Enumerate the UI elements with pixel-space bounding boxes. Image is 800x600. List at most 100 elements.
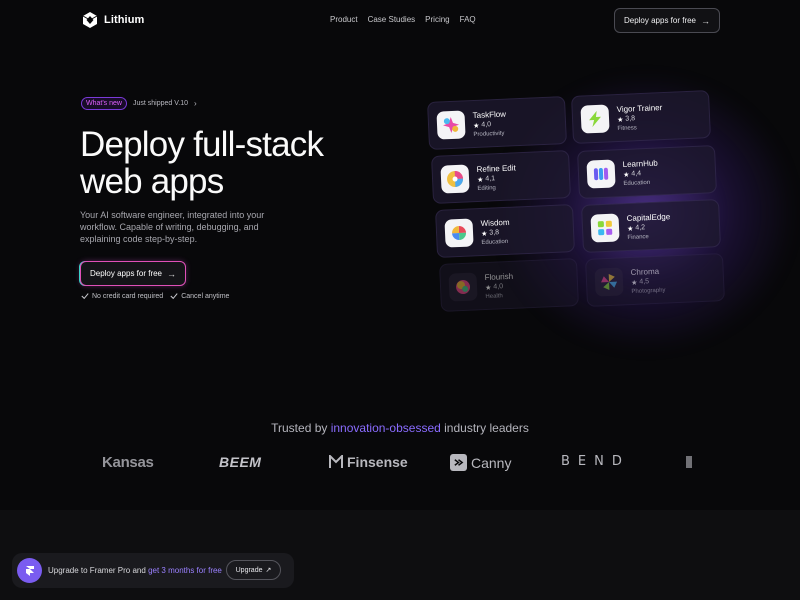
- finsense-logo: Finsense: [329, 454, 408, 470]
- canny-logo: Canny: [450, 454, 511, 471]
- framer-upgrade-text: Upgrade to Framer Pro and get 3 months f…: [48, 566, 222, 575]
- framer-text-highlight: get 3 months for free: [148, 566, 222, 575]
- app-rating-value: 4,5: [639, 278, 650, 286]
- app-card-taskflow[interactable]: TaskFlow ★ 4,0 Productivity: [427, 96, 567, 150]
- trusted-suffix: industry leaders: [444, 421, 529, 435]
- framer-logo-icon[interactable]: [17, 558, 42, 583]
- app-rating: ★ 3,8: [616, 114, 663, 124]
- app-rating-value: 4,1: [485, 175, 496, 183]
- star-icon: ★: [622, 171, 630, 179]
- beem-logo: BEEM: [219, 454, 261, 470]
- app-name: Vigor Trainer: [616, 102, 663, 114]
- nav-links: Product Case Studies Pricing FAQ: [330, 15, 476, 24]
- app-card-chroma[interactable]: Chroma ★ 4,5 Photography: [585, 253, 725, 307]
- app-rating: ★ 4,2: [626, 223, 671, 233]
- trusted-highlight: innovation-obsessed: [330, 421, 441, 435]
- app-name: Refine Edit: [476, 162, 516, 174]
- customer-logos: Kansas BEEM Finsense Canny BEND: [0, 452, 800, 474]
- finsense-mark-icon: [329, 455, 343, 468]
- app-name: Flourish: [484, 271, 514, 282]
- app-rating-value: 3,8: [489, 229, 500, 237]
- hero-deploy-button[interactable]: Deploy apps for free →: [80, 261, 186, 286]
- app-category: Editing: [477, 184, 496, 192]
- hero-subtitle: Your AI software engineer, integrated in…: [80, 210, 265, 244]
- arrow-up-right-icon: ↗: [265, 567, 272, 574]
- framer-upgrade-banner: Upgrade to Framer Pro and get 3 months f…: [12, 553, 294, 588]
- checkmark-icon: [170, 293, 178, 300]
- app-name: CapitalEdge: [626, 211, 671, 223]
- app-category: Photography: [631, 287, 666, 295]
- app-rating: ★ 4,4: [622, 169, 658, 179]
- app-category: Productivity: [473, 130, 505, 138]
- star-icon: ★: [480, 230, 488, 238]
- app-rating-value: 4,2: [635, 224, 646, 232]
- upgrade-button[interactable]: Upgrade ↗: [226, 560, 281, 580]
- app-cards: TaskFlow ★ 4,0 Productivity Vigor Trainer…: [420, 85, 740, 335]
- app-rating: ★ 4,0: [473, 120, 507, 129]
- star-icon: ★: [626, 225, 634, 233]
- nav-link-product[interactable]: Product: [330, 15, 358, 24]
- swirl-icon: [444, 218, 474, 248]
- trusted-heading: Trusted by innovation-obsessed industry …: [0, 421, 800, 435]
- app-card-vigor-trainer[interactable]: Vigor Trainer ★ 3,8 Fitness: [571, 90, 711, 144]
- brand-logo[interactable]: Lithium: [81, 11, 144, 29]
- kansas-logo-text: Kansas: [102, 454, 154, 471]
- star-icon: ★: [472, 122, 480, 130]
- app-card-wisdom[interactable]: Wisdom ★ 3,8 Education: [435, 204, 575, 258]
- app-card-capitaledge[interactable]: CapitalEdge ★ 4,2 Finance: [581, 199, 721, 253]
- bend-logo-text: BEND: [561, 454, 630, 469]
- kansas-logo: Kansas: [102, 454, 154, 471]
- app-card-learnhub[interactable]: LearnHub ★ 4,4 Education: [577, 145, 717, 199]
- canny-logo-text: Canny: [471, 454, 512, 471]
- nav-link-faq[interactable]: FAQ: [460, 15, 476, 24]
- nav-deploy-button[interactable]: Deploy apps for free →: [614, 8, 720, 33]
- app-card-flourish[interactable]: Flourish ★ 4,0 Health: [439, 258, 579, 312]
- arrow-right-icon: →: [701, 15, 711, 26]
- nav-link-pricing[interactable]: Pricing: [425, 15, 449, 24]
- app-rating: ★ 4,5: [631, 277, 665, 286]
- finsense-logo-text: Finsense: [347, 454, 408, 470]
- pinwheel-icon: [594, 267, 624, 297]
- app-rating-value: 4,0: [493, 283, 504, 291]
- app-name: LearnHub: [622, 158, 658, 169]
- app-rating: ★ 4,1: [476, 174, 516, 184]
- hero-title-line1: Deploy full-stack: [80, 125, 324, 164]
- app-rating-value: 3,8: [625, 115, 636, 123]
- app-rating: ★ 4,0: [485, 282, 514, 291]
- app-category: Education: [481, 238, 509, 246]
- canny-mark-icon: [450, 454, 467, 471]
- app-rating: ★ 3,8: [481, 228, 510, 237]
- announcement-text: Just shipped V.10: [132, 100, 188, 107]
- check-item: Cancel anytime: [170, 292, 229, 300]
- app-card-refine-edit[interactable]: Refine Edit ★ 4,1 Editing: [431, 150, 571, 204]
- top-nav: Lithium Product Case Studies Pricing FAQ…: [0, 0, 800, 40]
- announcement[interactable]: What's new Just shipped V.10 ›: [81, 97, 197, 110]
- nav-link-case-studies[interactable]: Case Studies: [368, 15, 416, 24]
- hero-deploy-label: Deploy apps for free: [89, 269, 163, 278]
- partial-logo: [684, 454, 700, 470]
- bolt-icon: [580, 104, 610, 134]
- upgrade-label: Upgrade: [235, 566, 263, 574]
- blocks-icon: [590, 213, 620, 243]
- hero-checks: No credit card required Cancel anytime: [81, 292, 229, 300]
- app-name: Chroma: [630, 266, 660, 277]
- arrow-right-icon: →: [167, 268, 177, 279]
- app-category: Education: [623, 179, 651, 187]
- check-item: No credit card required: [81, 292, 163, 300]
- app-rating-value: 4,0: [481, 121, 492, 129]
- app-name: TaskFlow: [472, 109, 507, 120]
- beem-logo-text: BEEM: [219, 454, 262, 470]
- check-label: Cancel anytime: [181, 292, 230, 300]
- lithium-logo-icon: [82, 12, 98, 28]
- hero-title: Deploy full-stack web apps: [80, 126, 400, 200]
- chevron-right-icon: ›: [193, 99, 197, 108]
- check-label: No credit card required: [92, 292, 164, 300]
- app-category: Fitness: [617, 124, 637, 132]
- nav-deploy-label: Deploy apps for free: [623, 16, 697, 25]
- brand-name: Lithium: [104, 14, 145, 26]
- hero-title-line2: web apps: [80, 162, 224, 201]
- star-icon: ★: [476, 176, 484, 184]
- star-icon: ★: [616, 116, 624, 124]
- framer-text-prefix: Upgrade to Framer Pro and: [48, 566, 146, 575]
- app-category: Finance: [627, 233, 649, 241]
